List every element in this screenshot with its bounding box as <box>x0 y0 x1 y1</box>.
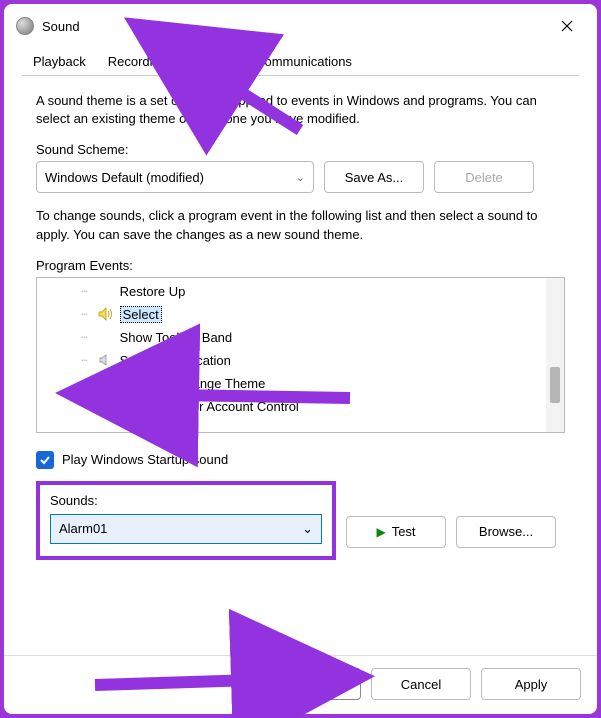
event-label: Windows User Account Control <box>120 399 299 414</box>
change-sounds-text: To change sounds, click a program event … <box>36 207 565 243</box>
sounds-select[interactable]: Alarm01 ⌄ <box>50 514 322 544</box>
scrollbar-thumb[interactable] <box>550 367 560 403</box>
startup-sound-label: Play Windows Startup sound <box>62 452 228 467</box>
titlebar: Sound <box>4 4 597 46</box>
tree-connector-icon: ┄ <box>81 354 88 367</box>
description-text: A sound theme is a set of sounds applied… <box>36 92 565 128</box>
delete-button: Delete <box>434 161 534 193</box>
browse-button[interactable]: Browse... <box>456 516 556 548</box>
window-title: Sound <box>42 19 549 34</box>
save-as-button[interactable]: Save As... <box>324 161 424 193</box>
program-events-label: Program Events: <box>36 258 565 273</box>
tree-connector-icon: ┄ <box>81 377 88 390</box>
tab-recording[interactable]: Recording <box>97 47 178 76</box>
cancel-button[interactable]: Cancel <box>371 668 471 700</box>
tree-connector-icon: ┄ <box>81 331 88 344</box>
event-label: Windows Change Theme <box>120 376 266 391</box>
speaker-mute-icon <box>98 352 114 368</box>
tab-content: A sound theme is a set of sounds applied… <box>4 76 597 655</box>
tab-communications[interactable]: Communications <box>244 47 363 76</box>
chevron-down-icon: ⌄ <box>302 521 313 537</box>
tab-sounds[interactable]: Sounds <box>178 47 244 76</box>
sound-scheme-label: Sound Scheme: <box>36 142 565 157</box>
tree-connector-icon: ┄ <box>81 400 88 413</box>
event-label: System Notification <box>120 353 231 368</box>
speaker-empty-icon <box>98 283 114 299</box>
event-item[interactable]: ┄ Show Toolbar Band <box>37 326 546 349</box>
sound-scheme-value: Windows Default (modified) <box>45 170 204 185</box>
event-item[interactable]: ┄ Windows Change Theme <box>37 372 546 395</box>
speaker-sound-icon <box>98 306 114 322</box>
event-item[interactable]: ┄ Restore Up <box>37 280 546 303</box>
apply-button[interactable]: Apply <box>481 668 581 700</box>
sounds-section-highlight: Sounds: Alarm01 ⌄ <box>36 481 336 560</box>
chevron-down-icon: ⌄ <box>296 171 305 184</box>
close-icon <box>561 20 573 32</box>
ok-button[interactable]: OK <box>261 668 361 700</box>
event-label: Select <box>120 306 162 323</box>
test-button[interactable]: ▶ Test <box>346 516 446 548</box>
event-item[interactable]: ┄ System Notification <box>37 349 546 372</box>
sound-app-icon <box>16 17 34 35</box>
event-item[interactable]: ┄ Windows User Account Control <box>37 395 546 418</box>
tab-playback[interactable]: Playback <box>22 47 97 76</box>
tabs: Playback Recording Sounds Communications <box>4 46 597 76</box>
speaker-empty-icon <box>98 375 114 391</box>
dialog-footer: OK Cancel Apply <box>4 655 597 714</box>
sound-dialog: Sound Playback Recording Sounds Communic… <box>4 4 597 714</box>
tree-connector-icon: ┄ <box>81 308 88 321</box>
speaker-mute-icon <box>98 398 114 414</box>
sounds-label: Sounds: <box>50 493 322 508</box>
test-label: Test <box>392 524 416 539</box>
events-scrollbar[interactable] <box>546 278 564 432</box>
event-label: Restore Up <box>120 284 186 299</box>
event-label: Show Toolbar Band <box>120 330 233 345</box>
play-icon: ▶ <box>376 525 385 539</box>
close-button[interactable] <box>549 11 585 41</box>
startup-sound-checkbox[interactable] <box>36 451 54 469</box>
sound-scheme-select[interactable]: Windows Default (modified) ⌄ <box>36 161 314 193</box>
speaker-empty-icon <box>98 329 114 345</box>
event-item-selected[interactable]: ┄ Select <box>37 303 546 326</box>
tree-connector-icon: ┄ <box>81 285 88 298</box>
sounds-value: Alarm01 <box>59 521 107 536</box>
checkmark-icon <box>39 454 51 466</box>
program-events-list[interactable]: ┄ Restore Up ┄ Select ┄ Show <box>36 277 565 433</box>
